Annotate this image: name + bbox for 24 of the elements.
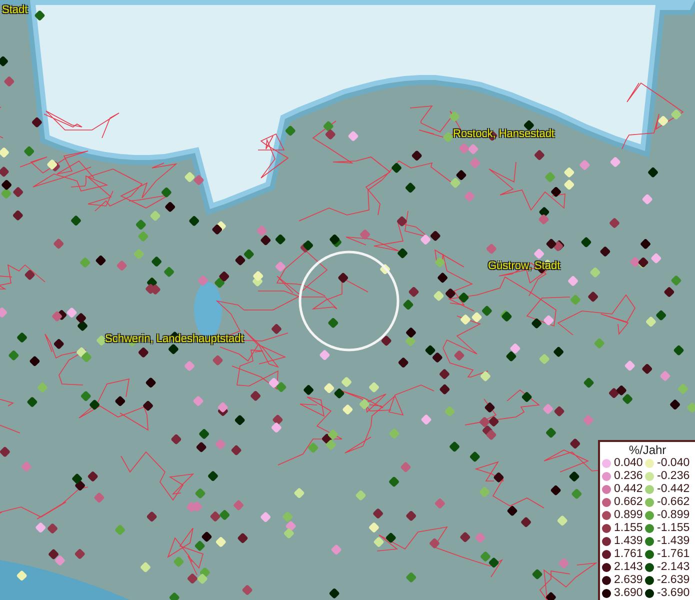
legend-label: -1.439 — [657, 535, 690, 547]
legend-label: -3.690 — [657, 587, 690, 599]
legend-label: 0.040 — [614, 457, 643, 469]
legend-label: 1.155 — [614, 522, 643, 534]
legend-label: 3.690 — [614, 587, 643, 599]
legend-label: -2.639 — [657, 574, 690, 586]
place-label: Stadt — [2, 4, 28, 16]
legend-label: -0.442 — [657, 483, 690, 495]
legend-label: 0.236 — [614, 470, 643, 482]
legend-label: -0.040 — [657, 457, 690, 469]
legend-label: 0.662 — [614, 496, 643, 508]
legend-label: 0.899 — [614, 509, 643, 521]
legend-label: -0.662 — [657, 496, 690, 508]
legend-label: 0.442 — [614, 483, 643, 495]
legend-label: -0.236 — [657, 470, 690, 482]
legend-label: -2.143 — [657, 561, 690, 573]
legend-title: %/Jahr — [628, 443, 668, 457]
legend-label: 2.143 — [614, 561, 643, 573]
legend-label: -1.155 — [657, 522, 690, 534]
legend-label: -1.761 — [657, 548, 690, 560]
legend-label: 1.439 — [614, 535, 643, 547]
legend-label: 1.761 — [614, 548, 643, 560]
legend-label: -0.899 — [657, 509, 690, 521]
legend-label: 2.639 — [614, 574, 643, 586]
